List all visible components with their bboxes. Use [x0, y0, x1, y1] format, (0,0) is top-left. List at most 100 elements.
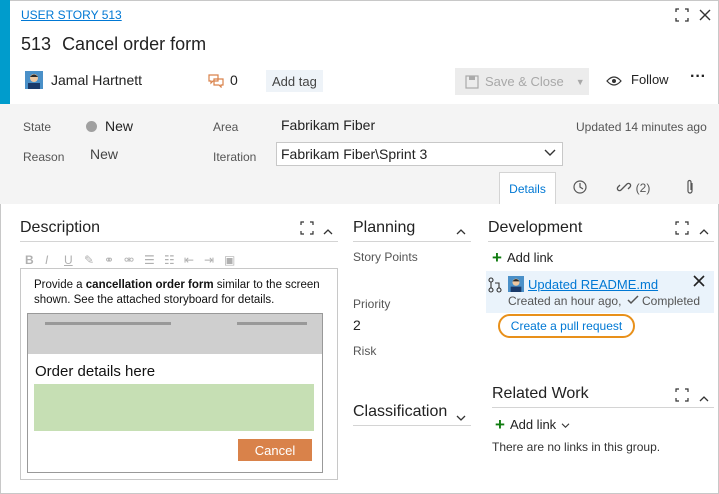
mock-green-area: [34, 384, 314, 431]
description-text-bold: cancellation order form: [85, 279, 214, 291]
mock-heading: Order details here: [35, 363, 156, 380]
development-link-item[interactable]: Updated README.md Created an hour ago, C…: [486, 271, 714, 313]
italic-icon[interactable]: I: [45, 253, 48, 267]
follow-button[interactable]: Follow: [606, 72, 669, 87]
chevron-down-icon[interactable]: [456, 410, 466, 425]
work-item-type-accent: [0, 0, 10, 104]
add-link-label: Add link: [509, 417, 557, 432]
numbered-list-icon[interactable]: ☷: [164, 253, 175, 267]
plus-icon: +: [495, 414, 505, 434]
planning-title: Planning: [353, 219, 416, 236]
comment-icon: [208, 72, 224, 88]
development-add-link-button[interactable]: + Add link: [492, 247, 554, 267]
story-points-label: Story Points: [353, 250, 418, 264]
underline-icon[interactable]: U: [64, 253, 73, 267]
priority-label: Priority: [353, 297, 391, 311]
development-divider: [488, 241, 714, 242]
bold-icon[interactable]: B: [25, 253, 34, 267]
save-close-button[interactable]: Save & Close ▼: [455, 68, 589, 95]
state-dot-icon: [86, 120, 97, 132]
related-add-link-button[interactable]: + Add link: [495, 414, 570, 434]
risk-field[interactable]: [353, 360, 463, 380]
follow-label: Follow: [631, 72, 669, 87]
state-field[interactable]: New: [86, 118, 133, 134]
plus-icon: +: [492, 247, 502, 267]
save-icon: [465, 74, 479, 90]
chevron-up-icon[interactable]: [699, 391, 709, 406]
create-pull-request-highlight: Create a pull request: [498, 314, 635, 338]
iteration-value: Fabrikam Fiber\Sprint 3: [281, 146, 428, 162]
decrease-indent-icon[interactable]: ⇤: [184, 253, 194, 267]
work-item-title[interactable]: 513 Cancel order form: [21, 34, 206, 55]
increase-indent-icon[interactable]: ⇥: [204, 253, 214, 267]
area-field[interactable]: Fabrikam Fiber: [281, 117, 375, 133]
chevron-up-icon[interactable]: [699, 224, 709, 239]
assignee-field[interactable]: Jamal Hartnett: [25, 71, 142, 89]
related-work-divider: [492, 407, 714, 408]
tab-history[interactable]: [556, 172, 604, 204]
work-item-type-link[interactable]: USER STORY 513: [21, 8, 122, 22]
chevron-down-icon[interactable]: ▼: [576, 77, 585, 87]
priority-field[interactable]: 2: [353, 317, 361, 333]
related-work-title: Related Work: [492, 385, 589, 402]
link-icon: [616, 179, 632, 198]
unlink-icon[interactable]: ⚮: [124, 253, 134, 267]
links-count: (2): [635, 181, 651, 195]
checkmark-icon: [627, 294, 639, 308]
iteration-label: Iteration: [213, 150, 257, 164]
expand-icon[interactable]: [675, 221, 689, 238]
close-icon[interactable]: [693, 275, 705, 290]
story-points-field[interactable]: [353, 266, 463, 286]
reason-field[interactable]: New: [90, 146, 118, 162]
description-text-part: Provide a: [34, 279, 86, 291]
link-created-meta: Created an hour ago,: [508, 294, 622, 308]
eye-icon: [606, 72, 622, 87]
commit-link[interactable]: Updated README.md: [528, 277, 658, 292]
expand-icon[interactable]: [674, 6, 690, 23]
image-icon[interactable]: ▣: [224, 253, 235, 267]
description-divider: [20, 241, 338, 242]
mock-cancel-button: Cancel: [238, 439, 312, 461]
classification-title: Classification: [353, 403, 448, 420]
chevron-up-icon[interactable]: [456, 224, 466, 239]
comment-count-value: 0: [230, 72, 238, 88]
assignee-name: Jamal Hartnett: [51, 72, 143, 88]
description-title: Description: [20, 219, 101, 236]
classification-divider: [353, 425, 471, 426]
add-link-label: Add link: [506, 250, 554, 265]
pull-request-icon: [488, 277, 502, 296]
storyboard-image: Order details here Cancel: [27, 313, 323, 473]
more-actions-button[interactable]: ···: [690, 68, 706, 86]
area-label: Area: [213, 120, 239, 134]
description-text: Provide a cancellation order form simila…: [34, 278, 329, 308]
link-status: Completed: [627, 294, 700, 308]
state-value: New: [105, 118, 134, 134]
add-tag-button[interactable]: Add tag: [266, 70, 323, 92]
link-insert-icon[interactable]: ⚭: [104, 253, 114, 267]
chevron-down-icon: [544, 146, 556, 161]
avatar: [25, 71, 43, 89]
expand-icon[interactable]: [300, 221, 314, 238]
iteration-select[interactable]: Fabrikam Fiber\Sprint 3: [276, 142, 563, 166]
updated-timestamp: Updated 14 minutes ago: [576, 120, 707, 134]
paperclip-icon: [684, 179, 696, 198]
chevron-down-icon: [561, 417, 570, 432]
risk-label: Risk: [353, 344, 377, 358]
tab-details[interactable]: Details: [499, 172, 556, 204]
planning-divider: [353, 241, 471, 242]
close-icon[interactable]: [698, 6, 712, 22]
description-editor[interactable]: Provide a cancellation order form simila…: [20, 268, 338, 480]
mock-header: [28, 314, 322, 354]
tab-attachments[interactable]: [662, 172, 718, 204]
comments-count[interactable]: 0: [208, 72, 238, 88]
work-item-title-text: Cancel order form: [62, 34, 207, 54]
tab-links[interactable]: (2): [604, 172, 662, 204]
chevron-up-icon[interactable]: [323, 224, 333, 239]
bullet-list-icon[interactable]: ☰: [144, 253, 155, 267]
related-work-empty: There are no links in this group.: [492, 440, 661, 454]
create-pull-request-link[interactable]: Create a pull request: [511, 319, 622, 333]
expand-icon[interactable]: [675, 388, 689, 405]
highlight-icon[interactable]: ✎: [84, 253, 94, 267]
work-item-id: 513: [21, 34, 52, 54]
link-status-text: Completed: [642, 294, 701, 308]
